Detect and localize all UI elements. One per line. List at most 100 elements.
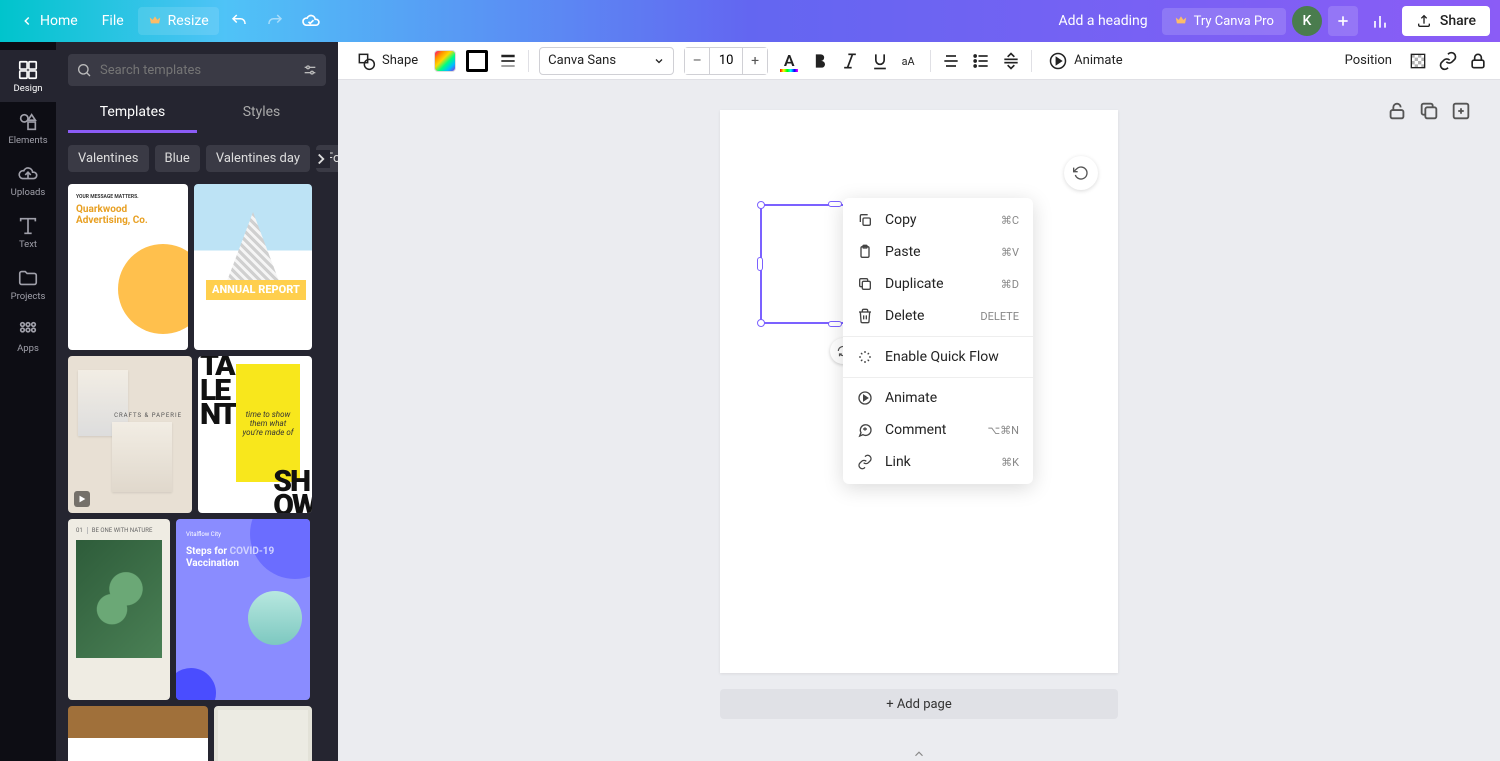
design-icon (17, 59, 39, 81)
context-delete[interactable]: Delete DELETE (843, 300, 1033, 332)
border-style-button[interactable] (498, 51, 518, 71)
cloud-sync-button[interactable] (295, 5, 327, 37)
left-rail: Design Elements Uploads Text Projects Ap… (0, 42, 56, 761)
tag-chip[interactable]: Valentines (68, 145, 149, 172)
context-animate[interactable]: Animate (843, 382, 1033, 414)
resize-handle[interactable] (757, 201, 765, 209)
home-button[interactable]: Home (10, 7, 88, 35)
tab-styles[interactable]: Styles (197, 94, 326, 133)
template-thumbnail[interactable] (214, 706, 312, 761)
rail-uploads[interactable]: Uploads (0, 154, 56, 206)
template-thumbnail[interactable]: ANNUAL REPORT (194, 184, 312, 350)
font-size-input[interactable] (709, 48, 743, 74)
resize-handle[interactable] (828, 201, 842, 207)
animate-button[interactable]: Animate (1042, 47, 1128, 75)
duplicate-page-button[interactable] (1418, 100, 1440, 122)
position-button[interactable]: Position (1339, 49, 1398, 72)
search-box[interactable] (68, 54, 326, 86)
crown-icon (148, 14, 162, 28)
chevron-right-icon[interactable] (312, 150, 330, 168)
design-title-input[interactable]: Add a heading (1050, 9, 1155, 33)
template-thumbnail[interactable]: 01BE ONE WITH NATURE (68, 519, 170, 700)
resize-handle[interactable] (757, 319, 765, 327)
share-button[interactable]: Share (1402, 6, 1490, 36)
context-copy[interactable]: Copy ⌘C (843, 204, 1033, 236)
context-menu: Copy ⌘C Paste ⌘V Duplicate ⌘D Delete DEL… (843, 198, 1033, 484)
resize-button[interactable]: Resize (138, 7, 219, 35)
play-circle-icon (857, 390, 873, 406)
template-thumbnail[interactable]: Vitalflow City Steps for COVID-19Vaccina… (176, 519, 310, 700)
search-icon (76, 62, 92, 78)
avatar[interactable]: K (1292, 6, 1322, 36)
side-panel: Templates Styles Valentines Blue Valenti… (56, 42, 338, 761)
font-size-increase[interactable]: + (743, 48, 767, 74)
sliders-icon[interactable] (302, 62, 318, 78)
context-quickflow[interactable]: Enable Quick Flow (843, 341, 1033, 373)
fill-color-button[interactable] (434, 50, 456, 72)
copy-icon (857, 212, 873, 228)
invite-button[interactable] (1328, 6, 1358, 36)
text-color-button[interactable]: A (778, 51, 800, 70)
template-thumbnail[interactable] (68, 706, 208, 761)
context-link[interactable]: Link ⌘K (843, 446, 1033, 478)
duplicate-icon (857, 276, 873, 292)
search-input[interactable] (100, 63, 294, 78)
tag-chip[interactable]: Valentines day (206, 145, 310, 172)
try-pro-button[interactable]: Try Canva Pro (1162, 8, 1286, 35)
comment-icon (857, 422, 873, 438)
svg-text:aA: aA (902, 55, 915, 68)
file-menu-button[interactable]: File (92, 7, 134, 35)
redo-button[interactable] (259, 5, 291, 37)
crown-icon (1174, 14, 1188, 28)
context-paste[interactable]: Paste ⌘V (843, 236, 1033, 268)
rail-elements[interactable]: Elements (0, 102, 56, 154)
template-thumbnail[interactable]: YOUR MESSAGE MATTERS. Quarkwood Advertis… (68, 184, 188, 350)
resize-handle[interactable] (828, 321, 842, 327)
link-icon (857, 454, 873, 470)
reset-rotate-button[interactable] (1064, 156, 1098, 190)
align-button[interactable] (941, 51, 961, 71)
shape-button[interactable]: Shape (350, 47, 424, 75)
template-thumbnail[interactable]: CRAFTS & PAPERIE (68, 356, 192, 513)
italic-button[interactable] (840, 51, 860, 71)
lock-page-button[interactable] (1386, 100, 1408, 122)
paste-icon (857, 244, 873, 260)
add-page-icon-button[interactable] (1450, 100, 1472, 122)
undo-button[interactable] (223, 5, 255, 37)
add-page-button[interactable]: + Add page (720, 689, 1118, 719)
link-toolbar-button[interactable] (1438, 51, 1458, 71)
template-grid[interactable]: YOUR MESSAGE MATTERS. Quarkwood Advertis… (56, 184, 338, 761)
scroll-up-indicator[interactable] (907, 747, 931, 761)
underline-button[interactable] (870, 51, 890, 71)
template-thumbnail[interactable]: TA LE NT time to show them what you're m… (198, 356, 312, 513)
plus-icon (1335, 13, 1351, 29)
rail-design[interactable]: Design (0, 50, 56, 102)
font-size-stepper[interactable]: – + (684, 47, 768, 75)
cloud-upload-icon (17, 163, 39, 185)
font-select[interactable]: Canva Sans (539, 47, 674, 75)
case-button[interactable]: aA (900, 51, 920, 71)
tab-templates[interactable]: Templates (68, 94, 197, 133)
chevron-down-icon (653, 55, 665, 67)
text-icon (17, 215, 39, 237)
bar-chart-icon (1370, 11, 1390, 31)
lock-button[interactable] (1468, 51, 1488, 71)
redo-icon (266, 12, 284, 30)
folder-icon (17, 267, 39, 289)
rail-text[interactable]: Text (0, 206, 56, 258)
context-comment[interactable]: Comment ⌥⌘N (843, 414, 1033, 446)
context-duplicate[interactable]: Duplicate ⌘D (843, 268, 1033, 300)
rail-apps[interactable]: Apps (0, 310, 56, 362)
resize-handle[interactable] (757, 257, 763, 271)
font-size-decrease[interactable]: – (685, 48, 709, 74)
rail-projects[interactable]: Projects (0, 258, 56, 310)
home-label: Home (40, 13, 78, 29)
transparency-button[interactable] (1408, 51, 1428, 71)
insights-button[interactable] (1364, 5, 1396, 37)
border-color-button[interactable] (466, 50, 488, 72)
tag-chip[interactable]: Blue (155, 145, 200, 172)
list-button[interactable] (971, 51, 991, 71)
bold-button[interactable] (810, 51, 830, 71)
tag-row: Valentines Blue Valentines day Foo (56, 133, 338, 184)
spacing-button[interactable] (1001, 51, 1021, 71)
